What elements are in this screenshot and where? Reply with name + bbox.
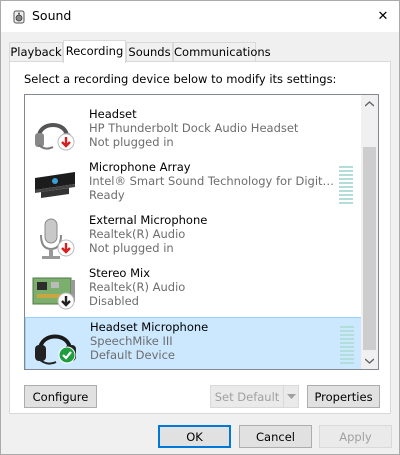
chevron-down-icon [365,357,374,364]
scroll-up-button[interactable] [361,95,378,112]
red-down-arrow-badge [57,239,75,257]
list-item-stereo-mix[interactable]: Stereo Mix Realtek(R) Audio Disabled [25,264,362,317]
sound-dialog: Sound ✕ Playback Recording Sounds Commun… [0,0,400,455]
device-name: Stereo Mix [89,266,151,280]
green-check-badge [58,346,76,364]
properties-button[interactable]: Properties [307,385,380,408]
scroll-thumb[interactable] [363,147,376,350]
close-icon: ✕ [377,9,389,24]
close-button[interactable]: ✕ [367,1,399,32]
tab-communications[interactable]: Communications [173,42,271,62]
level-meter [339,166,353,208]
title-bar[interactable]: Sound ✕ [1,1,399,32]
device-description: SpeechMike III [90,334,173,348]
ok-button[interactable]: OK [158,425,231,448]
apply-button[interactable]: Apply [319,425,392,448]
device-status: Not plugged in [89,135,174,149]
chevron-down-icon [286,393,296,399]
configure-button[interactable]: Configure [24,385,97,408]
speaker-icon [13,10,25,24]
scroll-down-button[interactable] [361,352,378,369]
device-status: Disabled [89,294,139,308]
tab-playback[interactable]: Playback [9,42,63,62]
window-title: Sound [32,8,72,23]
device-description: Realtek(R) Audio [89,280,186,294]
level-meter [340,326,354,368]
device-name: Headset [89,107,137,121]
device-name: Microphone Array [89,160,191,174]
list-item-headset[interactable]: Headset HP Thunderbolt Dock Audio Headse… [25,105,362,158]
list-item-microphone-array[interactable]: Microphone Array Intel® Smart Sound Tech… [25,158,362,211]
device-status: Not plugged in [89,241,174,255]
tab-sounds[interactable]: Sounds [126,42,173,62]
device-description: HP Thunderbolt Dock Audio Headset [89,121,299,135]
list-item-headset-microphone[interactable]: Headset Microphone SpeechMike III Defaul… [25,317,362,369]
cancel-button[interactable]: Cancel [239,425,312,448]
tab-label: Playback [10,45,62,59]
set-default-dropdown[interactable] [283,385,299,408]
device-status: Default Device [90,348,176,362]
red-down-arrow-badge [57,133,75,151]
tab-label: Recording [65,44,124,58]
device-name: External Microphone [89,213,208,227]
chevron-up-icon [365,100,374,107]
list-item-external-microphone[interactable]: External Microphone Realtek(R) Audio Not… [25,211,362,264]
device-description: Intel® Smart Sound Technology for Digita… [89,174,339,188]
device-name: Headset Microphone [90,320,209,334]
microphone-array-icon [35,172,75,198]
black-down-arrow-badge [57,292,75,310]
device-list[interactable]: Headset HP Thunderbolt Dock Audio Headse… [24,94,379,370]
recording-panel: Select a recording device below to modif… [9,61,391,414]
vertical-scrollbar[interactable] [361,95,378,369]
tab-recording[interactable]: Recording [63,40,126,63]
device-description: Realtek(R) Audio [89,227,186,241]
tab-label: Communications [174,45,271,59]
instruction-text: Select a recording device below to modif… [24,72,337,86]
device-status: Ready [89,188,125,202]
tab-label: Sounds [128,45,171,59]
set-default-button[interactable]: Set Default [210,385,284,408]
